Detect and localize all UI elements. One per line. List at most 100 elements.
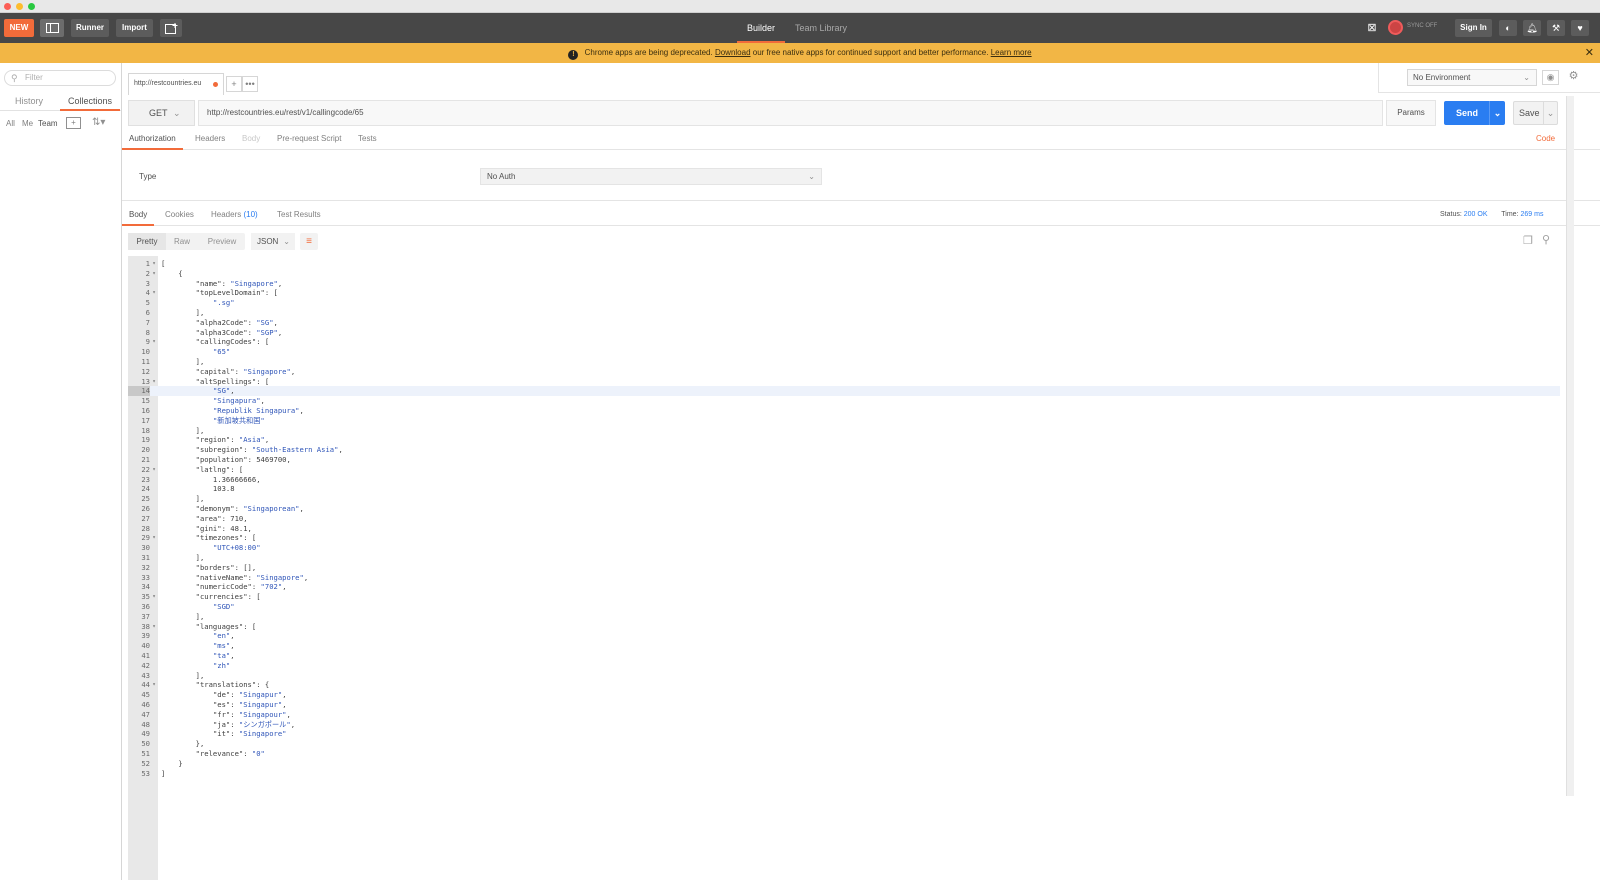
tab-history[interactable]: History bbox=[4, 93, 54, 111]
sidebar-tabs: History Collections bbox=[0, 93, 121, 111]
line-number: 2 bbox=[145, 268, 150, 278]
tab-builder[interactable]: Builder bbox=[737, 13, 785, 43]
heart-icon: ♥ bbox=[1577, 23, 1583, 33]
line-number: 31 bbox=[141, 553, 150, 562]
runner-button[interactable]: Runner bbox=[71, 19, 109, 37]
line-number: 5 bbox=[145, 298, 150, 308]
response-body-editor[interactable]: 1 ▾[2 ▾ {3 "name": "Singapore", 4 ▾ "topLeve… bbox=[128, 256, 1560, 880]
fold-arrow-icon[interactable]: ▾ bbox=[150, 288, 158, 298]
sign-in-button[interactable]: Sign In bbox=[1455, 19, 1492, 37]
code-text: } bbox=[161, 758, 183, 768]
line-number: 25 bbox=[141, 494, 150, 504]
fold-arrow-icon[interactable]: ▾ bbox=[150, 465, 158, 475]
tab-headers[interactable]: Headers bbox=[195, 130, 225, 150]
format-select[interactable]: JSON ⌄ bbox=[251, 233, 295, 250]
auth-type-select[interactable]: No Auth ⌄ bbox=[480, 168, 822, 185]
gear-icon[interactable]: ⚙ bbox=[1565, 70, 1582, 85]
sidebar-icon bbox=[45, 23, 59, 33]
new-window-button[interactable] bbox=[160, 19, 182, 37]
filter-team[interactable]: Team bbox=[38, 119, 58, 128]
pretty-button[interactable]: Pretty bbox=[128, 233, 166, 250]
code-line: 3 "name": "Singapore", bbox=[128, 279, 1560, 289]
tab-prerequest-script[interactable]: Pre-request Script bbox=[277, 130, 341, 150]
import-button[interactable]: Import bbox=[116, 19, 153, 37]
preview-button[interactable]: Preview bbox=[200, 233, 244, 250]
tab-tests[interactable]: Tests bbox=[358, 130, 377, 150]
close-window-button[interactable] bbox=[4, 3, 11, 10]
fold-arrow-icon[interactable]: ▾ bbox=[150, 622, 158, 632]
raw-button[interactable]: Raw bbox=[168, 233, 196, 250]
search-icon[interactable]: ⚲ bbox=[1542, 233, 1550, 246]
line-number: 48 bbox=[141, 719, 150, 729]
code-line: 18 ], bbox=[128, 426, 1560, 436]
fold-arrow-icon[interactable]: ▾ bbox=[150, 592, 158, 602]
line-number: 33 bbox=[141, 572, 150, 582]
tab-response-headers[interactable]: Headers (10) bbox=[211, 206, 258, 226]
fold-arrow-icon[interactable]: ▾ bbox=[150, 337, 158, 347]
sync-icon bbox=[1388, 20, 1403, 35]
new-collection-icon[interactable]: + bbox=[66, 117, 81, 129]
request-tab[interactable]: http://restcountries.eu bbox=[128, 73, 224, 95]
tab-authorization[interactable]: Authorization bbox=[122, 130, 183, 150]
code-text: "gini": 48.1, bbox=[195, 523, 252, 533]
add-tab-button[interactable]: + bbox=[226, 76, 242, 92]
tab-body[interactable]: Body bbox=[242, 130, 260, 150]
interceptor-button[interactable]: ◐ bbox=[1499, 20, 1517, 36]
fold-arrow-icon[interactable]: ▾ bbox=[150, 259, 158, 269]
tab-team-library[interactable]: Team Library bbox=[795, 13, 859, 43]
tab-options-button[interactable]: ••• bbox=[242, 76, 258, 92]
params-button[interactable]: Params bbox=[1386, 100, 1436, 126]
code-text: "relevance": "0" bbox=[195, 749, 265, 758]
eye-icon[interactable]: ◉ bbox=[1542, 70, 1559, 85]
environment-select[interactable]: No Environment ⌄ bbox=[1407, 69, 1537, 86]
url-input[interactable]: http://restcountries.eu/rest/v1/callingc… bbox=[198, 100, 1383, 126]
toggle-sidebar-button[interactable] bbox=[40, 19, 64, 37]
fold-arrow-icon[interactable]: ▾ bbox=[150, 680, 158, 690]
sync-status[interactable]: SYNC OFF bbox=[1388, 19, 1440, 37]
line-number: 24 bbox=[141, 484, 150, 494]
filter-input[interactable]: ⚲ Filter bbox=[4, 70, 116, 86]
bell-icon: 🔔︎ bbox=[1526, 23, 1538, 33]
code-line: 27 "area": 710, bbox=[128, 514, 1560, 524]
fold-arrow-icon[interactable]: ▾ bbox=[150, 377, 158, 387]
line-number: 17 bbox=[141, 415, 150, 425]
learn-more-link[interactable]: Learn more bbox=[991, 48, 1032, 57]
maximize-window-button[interactable] bbox=[28, 3, 35, 10]
tab-test-results[interactable]: Test Results bbox=[277, 206, 321, 226]
builder-pane: http://restcountries.eu + ••• No Environ… bbox=[122, 63, 1600, 880]
notifications-button[interactable]: 🔔︎ bbox=[1523, 20, 1541, 36]
banner-close-icon[interactable]: ✕ bbox=[1585, 43, 1594, 63]
download-link[interactable]: Download bbox=[715, 48, 751, 57]
filter-me[interactable]: Me bbox=[22, 119, 33, 128]
capture-requests-icon[interactable]: ⊠ bbox=[1364, 20, 1380, 36]
method-select[interactable]: GET ⌄ bbox=[128, 100, 195, 126]
heart-button[interactable]: ♥ bbox=[1571, 20, 1589, 36]
minimize-window-button[interactable] bbox=[16, 3, 23, 10]
code-line: 51 "relevance": "0" bbox=[128, 749, 1560, 759]
wrap-lines-button[interactable]: ≡ bbox=[300, 233, 318, 250]
code-link[interactable]: Code bbox=[1536, 130, 1555, 150]
send-dropdown-icon[interactable]: ⌄ bbox=[1489, 101, 1505, 125]
code-line: 26 "demonym": "Singaporean", bbox=[128, 504, 1560, 514]
code-line: 25 ], bbox=[128, 494, 1560, 504]
filter-placeholder: Filter bbox=[25, 73, 43, 82]
sort-icon[interactable]: ⇅▾ bbox=[92, 117, 105, 128]
copy-icon[interactable]: ❐ bbox=[1523, 234, 1533, 247]
response-meta: Status: 200 OK Time: 269 ms bbox=[1440, 211, 1543, 218]
code-text: [ bbox=[161, 259, 166, 268]
scrollbar[interactable] bbox=[1566, 96, 1574, 796]
save-button[interactable]: Save ⌄ bbox=[1513, 101, 1558, 125]
new-button[interactable]: NEW bbox=[4, 19, 34, 37]
fold-arrow-icon[interactable]: ▾ bbox=[150, 533, 158, 543]
send-button[interactable]: Send ⌄ bbox=[1444, 101, 1505, 125]
tab-cookies[interactable]: Cookies bbox=[165, 206, 194, 226]
save-dropdown-icon[interactable]: ⌄ bbox=[1543, 102, 1557, 124]
tab-collections[interactable]: Collections bbox=[60, 93, 120, 111]
fold-arrow-icon[interactable]: ▾ bbox=[150, 269, 158, 279]
code-text: "alpha3Code": "SGP", bbox=[195, 327, 283, 337]
tab-response-body[interactable]: Body bbox=[122, 206, 155, 226]
line-number: 52 bbox=[141, 758, 150, 768]
filter-all[interactable]: All bbox=[6, 119, 15, 128]
settings-button[interactable]: ⚒ bbox=[1547, 20, 1565, 36]
code-text: ], bbox=[161, 553, 205, 562]
